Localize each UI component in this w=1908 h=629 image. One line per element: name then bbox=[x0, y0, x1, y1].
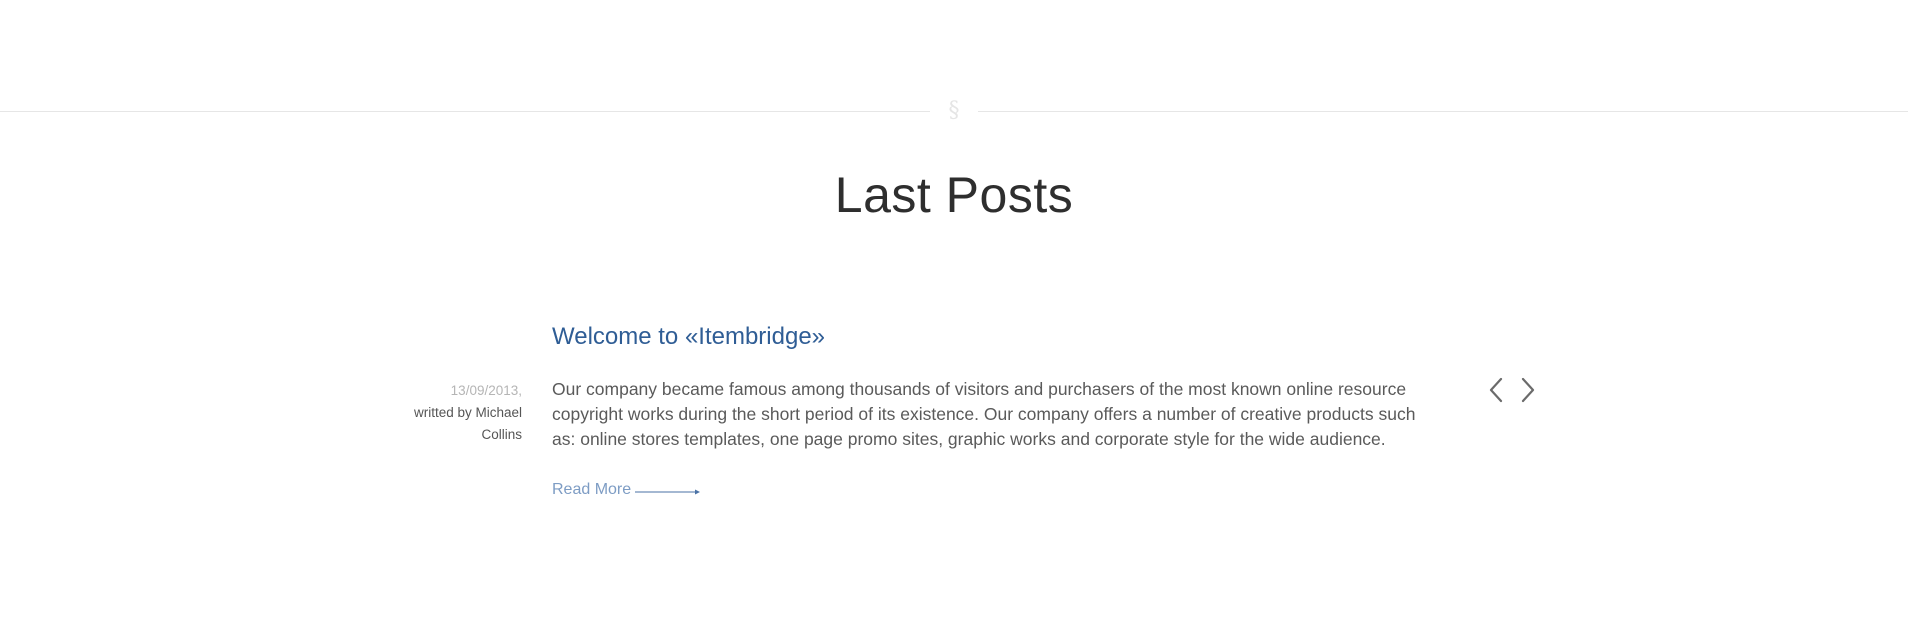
read-more-label: Read More bbox=[552, 480, 632, 498]
post-meta: 13/09/2013, writted by Michael Collins bbox=[400, 380, 522, 446]
chevron-left-icon bbox=[1489, 377, 1503, 403]
post-author: writted by Michael Collins bbox=[413, 405, 522, 442]
next-post-button[interactable] bbox=[1516, 375, 1540, 405]
arrow-right-icon bbox=[635, 480, 701, 502]
post-title-link[interactable]: Welcome to «Itembridge» bbox=[552, 320, 825, 354]
post-date: 13/09/2013, bbox=[450, 383, 522, 398]
read-more-link[interactable]: Read More bbox=[552, 477, 701, 502]
section-symbol: § bbox=[930, 96, 978, 126]
post-excerpt: Our company became famous among thousand… bbox=[552, 379, 1416, 449]
post-slider-nav bbox=[1484, 375, 1540, 405]
prev-post-button[interactable] bbox=[1484, 375, 1508, 405]
chevron-right-icon bbox=[1521, 377, 1535, 403]
section-title: Last Posts bbox=[834, 167, 1074, 223]
